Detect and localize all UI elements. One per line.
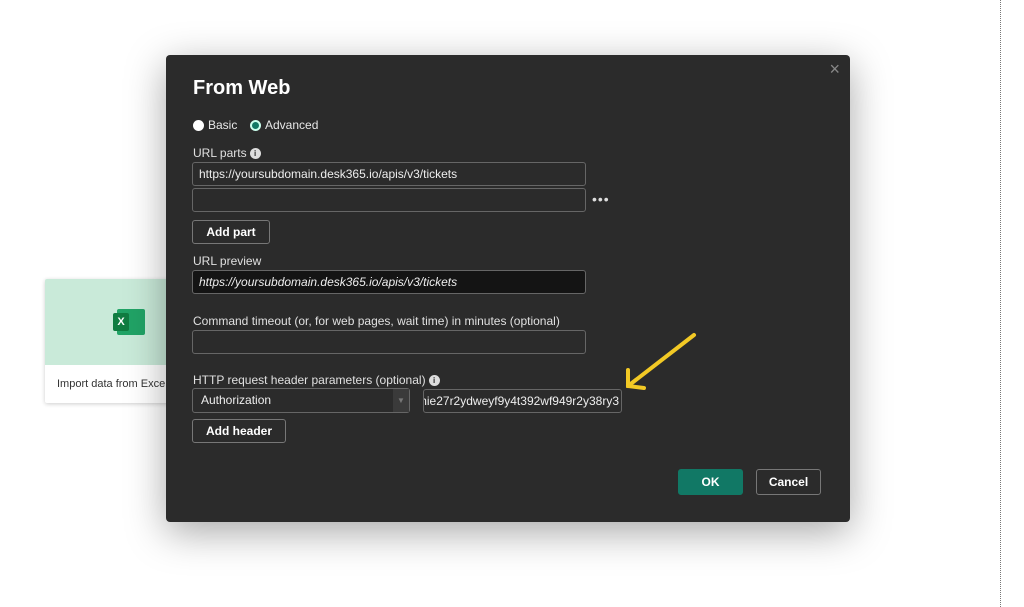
- cancel-button[interactable]: Cancel: [756, 469, 821, 495]
- url-preview-label: URL preview: [193, 254, 262, 268]
- more-options-icon[interactable]: •••: [592, 191, 610, 207]
- annotation-arrow-icon: [626, 333, 696, 390]
- import-excel-card[interactable]: X Import data from Excel: [45, 279, 185, 403]
- radio-basic[interactable]: Basic: [193, 118, 237, 132]
- close-icon[interactable]: ×: [829, 59, 840, 80]
- add-part-button[interactable]: Add part: [192, 220, 270, 244]
- dotted-divider: [1000, 0, 1001, 607]
- chevron-down-icon: ▼: [393, 389, 409, 412]
- ok-button[interactable]: OK: [678, 469, 743, 495]
- header-value-input[interactable]: hie27r2ydweyf9y4t392wf949r2y38ry3: [423, 389, 622, 413]
- url-parts-label: URL parts i: [193, 146, 261, 160]
- excel-icon: X: [113, 309, 145, 335]
- url-preview-field: https://yoursubdomain.desk365.io/apis/v3…: [192, 270, 586, 294]
- timeout-input[interactable]: [192, 330, 586, 354]
- radio-advanced[interactable]: Advanced: [250, 118, 318, 132]
- timeout-label: Command timeout (or, for web pages, wait…: [193, 314, 560, 328]
- header-name-select[interactable]: Authorization ▼: [192, 388, 410, 413]
- header-params-label: HTTP request header parameters (optional…: [193, 373, 440, 387]
- url-part-input-2[interactable]: [192, 188, 586, 212]
- dialog-title: From Web: [193, 77, 291, 99]
- info-icon[interactable]: i: [249, 148, 261, 160]
- card-label: Import data from Excel: [57, 378, 168, 390]
- info-icon[interactable]: i: [428, 375, 440, 387]
- from-web-dialog: × From Web Basic Advanced URL parts i htt…: [166, 55, 850, 522]
- add-header-button[interactable]: Add header: [192, 419, 286, 443]
- url-part-input-1[interactable]: https://yoursubdomain.desk365.io/apis/v3…: [192, 162, 586, 186]
